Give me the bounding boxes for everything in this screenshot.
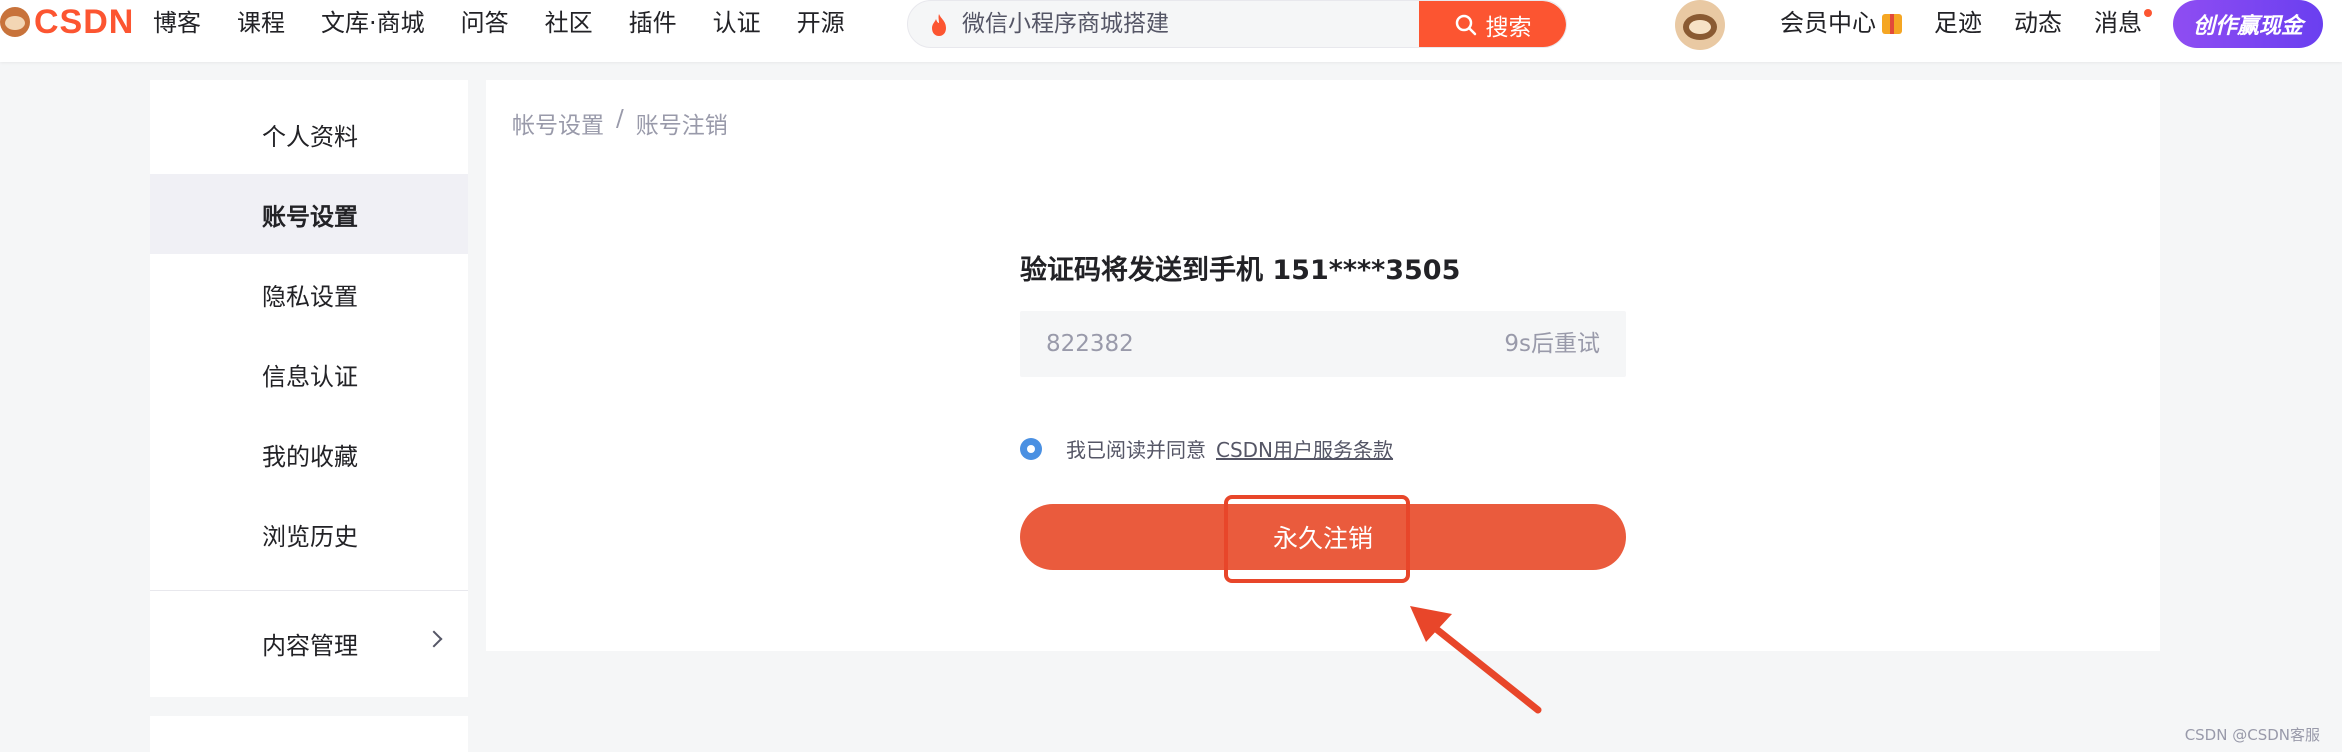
nav-open-source[interactable]: 开源 (797, 5, 845, 41)
vip-center-label: 会员中心 (1780, 9, 1876, 37)
terms-link[interactable]: CSDN用户服务条款 (1216, 434, 1393, 463)
sidebar-item-favorites[interactable]: 我的收藏 (150, 414, 468, 494)
sidebar-item-history[interactable]: 浏览历史 (150, 494, 468, 574)
verification-code-input[interactable] (1046, 311, 1406, 377)
sidebar-item-verification[interactable]: 信息认证 (150, 334, 468, 414)
chevron-right-icon (425, 630, 443, 648)
activity-link[interactable]: 动态 (2014, 5, 2062, 41)
search-bar: 搜索 (907, 0, 1567, 48)
search-button[interactable]: 搜索 (1419, 1, 1566, 47)
sidebar-divider (150, 590, 468, 591)
nav-blog[interactable]: 博客 (153, 5, 201, 41)
user-nav: 会员中心 足迹 动态 消息 (1780, 5, 2174, 41)
annotation-highlight-box (1224, 495, 1410, 583)
top-navigation-bar: CSDN 博客 课程 文库·商城 问答 社区 插件 认证 开源 搜索 会员中心 … (0, 0, 2342, 62)
sidebar-item-account-settings[interactable]: 账号设置 (150, 174, 468, 254)
nav-plugins[interactable]: 插件 (629, 5, 677, 41)
nav-certification[interactable]: 认证 (713, 5, 761, 41)
breadcrumb-account-settings[interactable]: 帐号设置 (512, 106, 604, 140)
nav-community[interactable]: 社区 (545, 5, 593, 41)
search-input[interactable] (962, 1, 1442, 47)
breadcrumb: 帐号设置 / 账号注销 (512, 106, 728, 140)
main-nav: 博客 课程 文库·商城 问答 社区 插件 认证 开源 (153, 5, 881, 41)
sidebar-secondary-panel (150, 716, 468, 752)
notification-dot (2144, 9, 2152, 17)
sidebar-item-content-management[interactable]: 内容管理 (150, 603, 468, 683)
nav-library-store[interactable]: 文库·商城 (321, 5, 425, 41)
breadcrumb-account-deletion: 账号注销 (635, 113, 728, 139)
content-management-label: 内容管理 (262, 631, 358, 660)
mascot-icon (0, 7, 30, 37)
watermark: CSDN @CSDN客服 (2184, 726, 2320, 744)
fire-icon (932, 14, 946, 36)
gift-icon (1882, 14, 1902, 34)
search-button-label: 搜索 (1485, 15, 1532, 41)
settings-sidebar: 个人资料 账号设置 隐私设置 信息认证 我的收藏 浏览历史 内容管理 (150, 80, 468, 697)
messages-link[interactable]: 消息 (2094, 5, 2152, 41)
footprint-link[interactable]: 足迹 (1934, 5, 1982, 41)
sidebar-item-privacy[interactable]: 隐私设置 (150, 254, 468, 334)
logo-text: CSDN (34, 3, 135, 41)
terms-agreement: 我已阅读并同意 CSDN用户服务条款 (1020, 434, 1393, 463)
nav-qa[interactable]: 问答 (461, 5, 509, 41)
agree-radio[interactable] (1020, 437, 1042, 460)
messages-label: 消息 (2094, 9, 2142, 37)
breadcrumb-separator: / (616, 106, 624, 132)
sidebar-item-profile[interactable]: 个人资料 (150, 94, 468, 174)
nav-courses[interactable]: 课程 (237, 5, 285, 41)
annotation-arrow-icon (1410, 606, 1542, 714)
user-avatar[interactable] (1675, 0, 1725, 50)
create-earn-button[interactable]: 创作赢现金 (2173, 0, 2323, 48)
resend-countdown: 9s后重试 (1504, 331, 1600, 357)
search-icon (1455, 14, 1476, 36)
csdn-logo[interactable]: CSDN (0, 4, 134, 40)
verification-title: 验证码将发送到手机 151****3505 (1020, 255, 1461, 286)
vip-center-link[interactable]: 会员中心 (1780, 5, 1902, 41)
agree-label: 我已阅读并同意 (1066, 438, 1206, 462)
verification-code-field: 9s后重试 (1020, 311, 1626, 377)
